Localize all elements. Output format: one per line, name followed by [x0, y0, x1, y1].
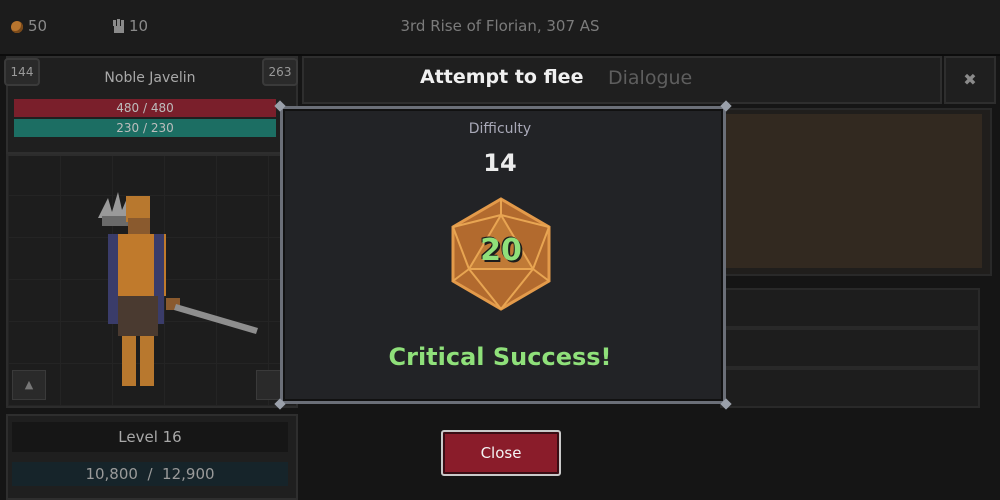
x-icon: ✖: [963, 70, 977, 89]
energy-bar: 230 / 230: [14, 119, 276, 137]
roll-dialog: Difficulty 14 20 Critical Success!: [274, 100, 732, 410]
scene-image: [724, 114, 982, 268]
left-stat-badge: 144: [4, 58, 40, 86]
die-result: 20: [480, 233, 522, 268]
close-button[interactable]: Close: [441, 430, 561, 476]
level-panel: Level 16 10,800 / 12,900: [6, 414, 298, 500]
top-bar: 50 10 3rd Rise of Florian, 307 AS: [0, 0, 1000, 56]
xp-bar: 10,800 / 12,900: [12, 462, 288, 486]
warrior-sprite: [98, 192, 258, 386]
outcome-label: Critical Success!: [388, 343, 612, 371]
date-label: 3rd Rise of Florian, 307 AS: [400, 17, 600, 35]
difficulty-label: Difficulty: [468, 121, 532, 137]
difficulty-value: 14: [483, 149, 517, 177]
character-portrait: ▲: [6, 154, 298, 408]
level-label: Level 16: [118, 428, 182, 446]
character-name: Noble Javelin: [104, 70, 196, 86]
health-bar: 480 / 480: [14, 99, 276, 117]
encounter-title: Attempt to flee: [420, 66, 584, 88]
dialogue-tab[interactable]: Dialogue: [608, 67, 692, 89]
option-row[interactable]: [720, 328, 980, 368]
close-x-button[interactable]: ✖: [944, 56, 996, 104]
option-row[interactable]: [720, 288, 980, 328]
scroll-up-button[interactable]: ▲: [12, 370, 46, 400]
option-row[interactable]: [720, 368, 980, 408]
right-stat-badge: 263: [262, 58, 298, 86]
